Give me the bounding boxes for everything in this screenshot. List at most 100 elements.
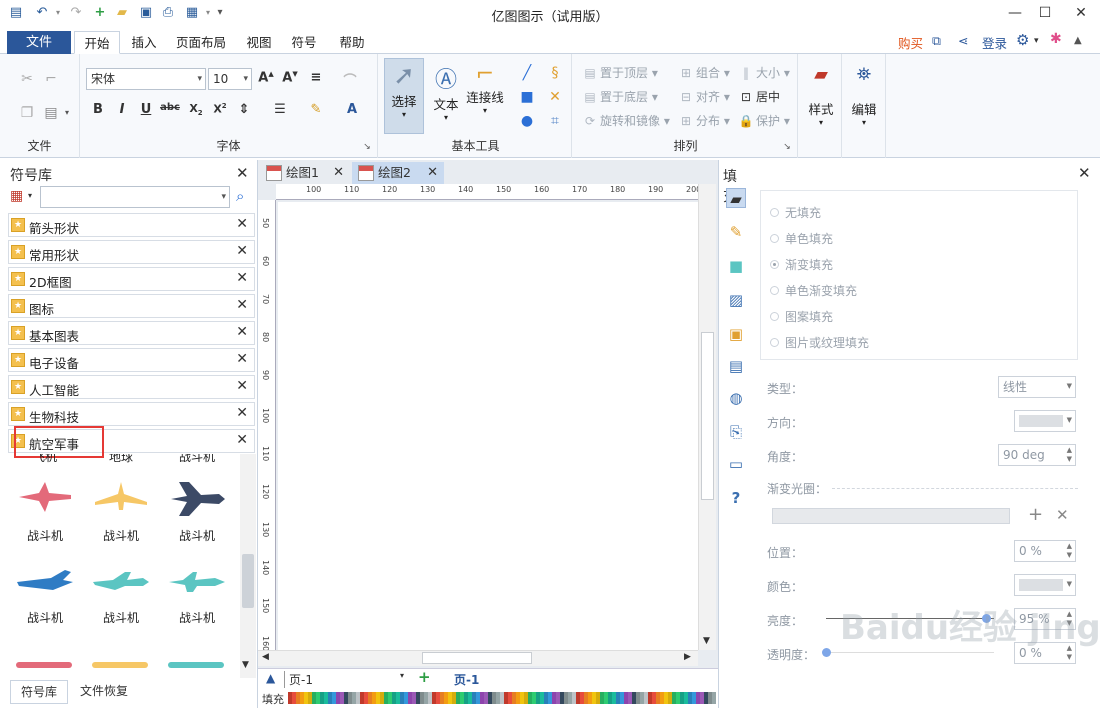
library-menu-icon[interactable]: ▦ (10, 188, 23, 204)
scroll-down-icon[interactable]: ▼ (242, 660, 249, 670)
shape-fighter-3[interactable]: 战斗机 (162, 480, 232, 544)
paste-dropdown-icon[interactable]: ▾ (58, 104, 76, 122)
missile-icon[interactable] (92, 662, 148, 668)
close-icon[interactable]: ✕ (236, 216, 248, 232)
color-swatches[interactable] (288, 692, 716, 704)
category-electronics[interactable]: ★ 电子设备 ✕ (8, 348, 255, 372)
scrollbar-thumb[interactable] (422, 652, 532, 664)
radio-pattern-fill[interactable]: 图案填充 (770, 308, 833, 325)
close-icon[interactable]: ✕ (236, 324, 248, 340)
missile-icon[interactable] (168, 662, 224, 668)
increase-font-icon[interactable]: A▲ (256, 70, 276, 85)
group-button[interactable]: ⊞ 组合 ▾ (678, 64, 730, 81)
radio-picture-fill[interactable]: 图片或纹理填充 (770, 334, 869, 351)
menu-file[interactable]: 文件 (7, 31, 71, 54)
bullet-list-icon[interactable]: ☰ (270, 102, 290, 117)
gradient-bar[interactable] (772, 508, 1010, 524)
collapse-ribbon-icon[interactable]: ▲ (1074, 35, 1082, 46)
close-window-button[interactable]: ✕ (1066, 2, 1096, 24)
close-icon[interactable]: ✕ (236, 378, 248, 394)
remove-stop-icon[interactable]: ✕ (1056, 506, 1069, 524)
connector-tool-button[interactable]: ⌐ 连接线 ▾ (464, 58, 506, 134)
cross-tool-icon[interactable]: ✕ (546, 88, 564, 106)
tab-insert[interactable]: 插入 (124, 31, 164, 54)
strikethrough-button[interactable]: abc (160, 102, 180, 113)
canvas-page[interactable] (278, 202, 700, 650)
font-dialog-launcher-icon[interactable]: ↘ (358, 138, 376, 156)
subscript-button[interactable]: X2 (186, 102, 206, 117)
doc-tab-1[interactable]: 绘图1 ✕ (260, 162, 350, 184)
close-icon[interactable]: ✕ (236, 405, 248, 421)
scrollbar-thumb[interactable] (701, 332, 714, 500)
bold-button[interactable]: B (88, 102, 108, 117)
data-icon[interactable]: ▤ (726, 356, 746, 376)
font-name-select[interactable]: 宋体 ▾ (86, 68, 206, 90)
missile-icon[interactable] (16, 662, 72, 668)
shape-fighter-2[interactable]: 战斗机 (86, 480, 156, 544)
category-2d-block[interactable]: ★ 2D框图 ✕ (8, 267, 255, 291)
canvas-horizontal-scrollbar[interactable]: ◀ ▶ (258, 650, 698, 666)
category-ai[interactable]: ★ 人工智能 ✕ (8, 375, 255, 399)
category-common-shapes[interactable]: ★ 常用形状 ✕ (8, 240, 255, 264)
category-icons[interactable]: ★ 图标 ✕ (8, 294, 255, 318)
category-biotech[interactable]: ★ 生物科技 ✕ (8, 402, 255, 426)
category-arrows[interactable]: ★ 箭头形状 ✕ (8, 213, 255, 237)
radio-no-fill[interactable]: 无填充 (770, 204, 821, 221)
add-page-icon[interactable]: + (418, 668, 431, 686)
attachment-icon[interactable]: ⎘ (726, 422, 746, 442)
share-icon[interactable]: ⋖ (958, 33, 968, 48)
settings-dropdown-icon[interactable]: ▾ (1034, 36, 1039, 46)
type-select[interactable]: 线性 ▼ (998, 376, 1076, 398)
tab-symbol-library[interactable]: 符号库 (10, 680, 68, 704)
radio-single-gradient-fill[interactable]: 单色渐变填充 (770, 282, 857, 299)
minimize-button[interactable]: — (1000, 2, 1030, 24)
spinner-icon[interactable]: ▲ ▼ (1067, 446, 1072, 464)
radio-solid-fill[interactable]: 单色填充 (770, 230, 833, 247)
ellipse-tool-icon[interactable]: ● (518, 112, 536, 130)
brand-logo-icon[interactable]: ✱ (1050, 31, 1062, 47)
edit-button[interactable]: ⛯ 编辑 ▾ (846, 64, 882, 127)
line-style-icon[interactable]: ✎ (726, 222, 746, 242)
close-icon[interactable]: ✕ (1078, 164, 1091, 182)
italic-button[interactable]: I (112, 102, 132, 117)
close-icon[interactable]: ✕ (236, 243, 248, 259)
close-icon[interactable]: ✕ (236, 164, 249, 182)
angle-input[interactable]: 90 deg ▲ ▼ (998, 444, 1076, 466)
shape-fighter-4[interactable]: 战斗机 (10, 568, 80, 626)
close-icon[interactable]: ✕ (333, 162, 344, 184)
help-icon[interactable]: ? (726, 488, 746, 508)
hyperlink-globe-icon[interactable]: ◍ (726, 388, 746, 408)
line-spacing-icon[interactable]: ⇕ (234, 102, 254, 117)
center-button[interactable]: ⊡ 居中 (738, 88, 780, 105)
buy-link[interactable]: 购买 (898, 33, 923, 52)
settings-gear-icon[interactable]: ⚙ (1016, 31, 1029, 49)
symbol-scrollbar[interactable]: ▼ (240, 454, 256, 678)
scrollbar-thumb[interactable] (242, 554, 254, 608)
shape-fighter-6[interactable]: 战斗机 (162, 568, 232, 626)
font-color-icon[interactable]: A (342, 102, 362, 117)
style-button[interactable]: ▰ 样式 ▾ (804, 64, 838, 127)
doc-tab-2[interactable]: 绘图2 ✕ (352, 162, 444, 184)
tab-page-layout[interactable]: 页面布局 (170, 31, 232, 54)
bring-to-front-button[interactable]: ▤ 置于顶层 ▾ (582, 64, 658, 81)
tab-home[interactable]: 开始 (74, 31, 120, 54)
close-icon[interactable]: ✕ (236, 297, 248, 313)
image-icon[interactable]: ▨ (726, 290, 746, 310)
page-select[interactable]: 页-1 ▾ (284, 671, 404, 688)
align-button[interactable]: ⊟ 对齐 ▾ (678, 88, 730, 105)
tab-symbol[interactable]: 符号 (284, 31, 324, 54)
layers-icon[interactable]: ▣ (726, 324, 746, 344)
color-swatch[interactable] (712, 692, 716, 704)
format-painter-icon[interactable]: ⌐ (42, 70, 60, 88)
underline-button[interactable]: U (136, 102, 156, 117)
scroll-right-icon[interactable]: ▶ (684, 652, 691, 662)
spinner-icon[interactable]: ▲ ▼ (1067, 542, 1072, 560)
shape-fighter-1[interactable]: 战斗机 (10, 480, 80, 544)
tab-help[interactable]: 帮助 (332, 31, 372, 54)
scroll-down-icon[interactable]: ▼ (703, 636, 710, 646)
comment-icon[interactable]: ▭ (726, 454, 746, 474)
superscript-button[interactable]: X2 (210, 102, 230, 116)
font-size-select[interactable]: 10 ▾ (208, 68, 252, 90)
category-basic-charts[interactable]: ★ 基本图表 ✕ (8, 321, 255, 345)
close-icon[interactable]: ✕ (427, 162, 438, 184)
